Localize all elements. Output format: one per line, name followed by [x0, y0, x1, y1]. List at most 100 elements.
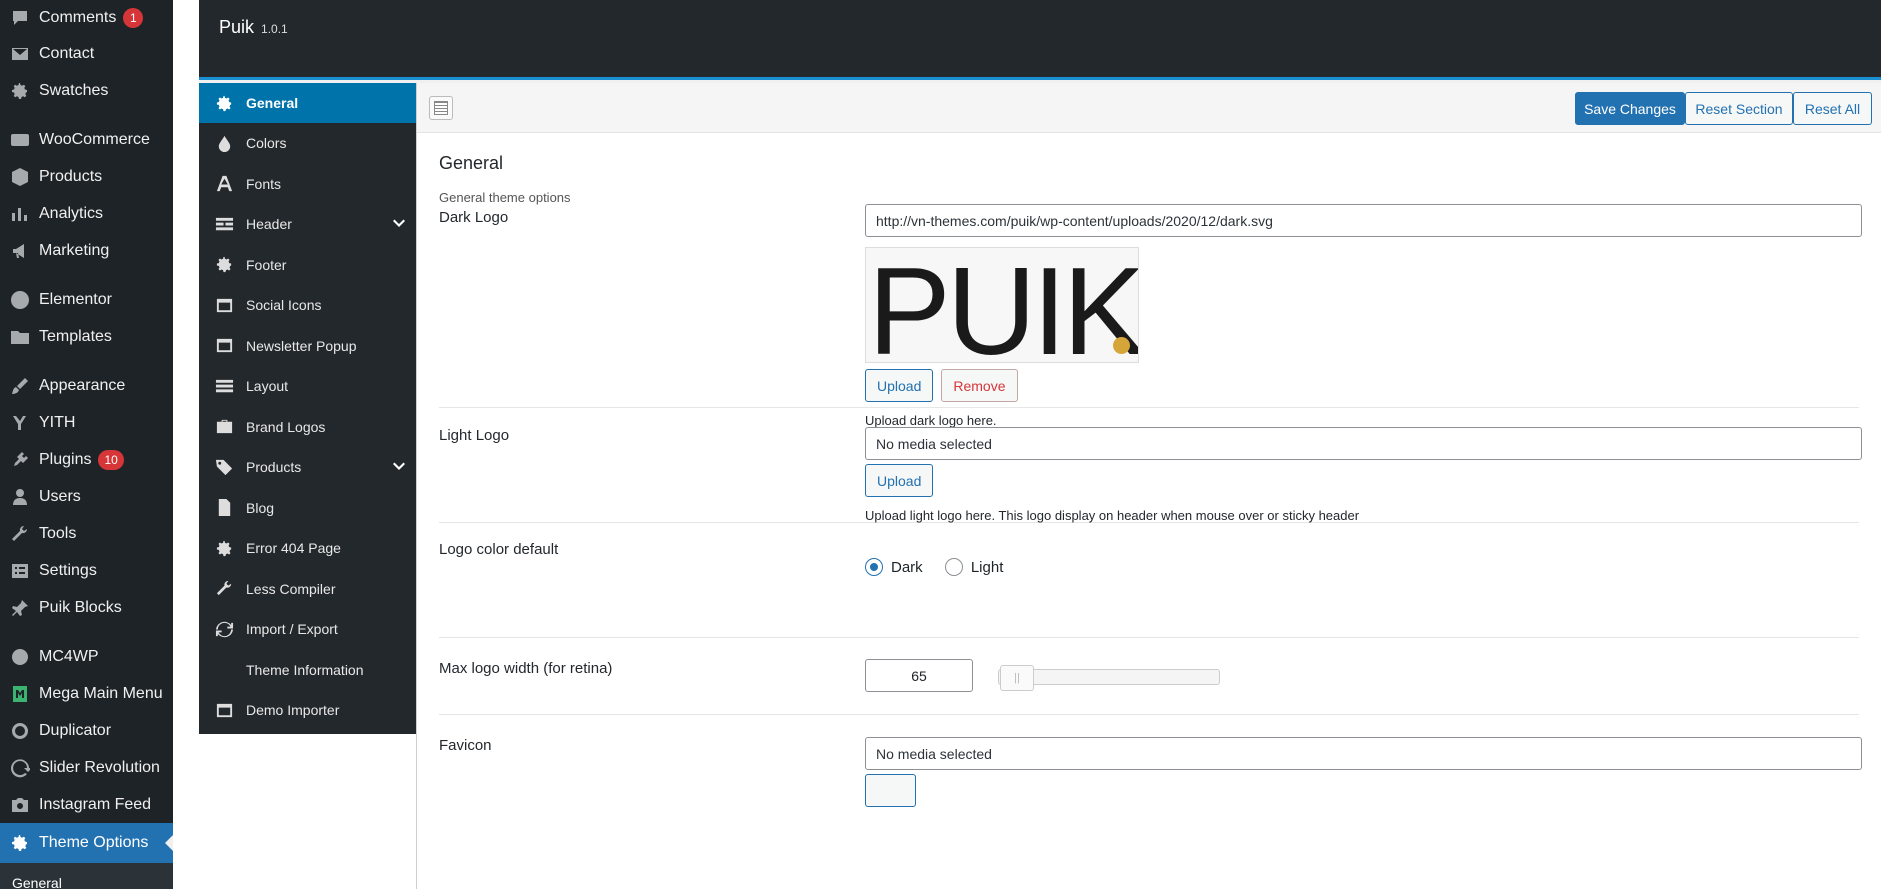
opt-menu-error-404[interactable]: Error 404 Page: [199, 528, 416, 569]
wp-menu-comments[interactable]: Comments 1: [0, 0, 173, 35]
admin-gutter: [173, 0, 199, 889]
window-icon: [213, 699, 235, 721]
wp-menu-swatches[interactable]: Swatches: [0, 72, 173, 109]
radio-unchecked[interactable]: [944, 558, 963, 576]
opt-menu-header[interactable]: Header: [199, 204, 416, 245]
list-icon: [213, 375, 235, 397]
wp-menu-yith[interactable]: YITH: [0, 404, 173, 441]
wp-menu-users[interactable]: Users: [0, 478, 173, 515]
wp-menu-plugins[interactable]: Plugins 10: [0, 441, 173, 478]
slider-handle[interactable]: ||: [1000, 665, 1034, 691]
options-header: Puik 1.0.1: [199, 0, 1881, 80]
opt-menu-demo-importer[interactable]: Demo Importer: [199, 690, 416, 731]
logo-color-label: Logo color default: [439, 541, 559, 558]
light-logo-field: No media selected Upload Upload light lo…: [865, 427, 1862, 523]
wp-menu-instagram-feed[interactable]: Instagram Feed: [0, 786, 173, 823]
wp-menu-products[interactable]: Products: [0, 158, 173, 195]
wp-menu-slider-revolution[interactable]: Slider Revolution: [0, 749, 173, 786]
plug-icon: [9, 449, 31, 471]
wp-menu-woocommerce[interactable]: WooCommerce: [0, 121, 173, 158]
logo-dot: [1113, 337, 1130, 354]
logo-color-row: Logo color default Dark Light: [439, 523, 1859, 638]
window-icon: [213, 335, 235, 357]
wp-menu-puik-blocks[interactable]: Puik Blocks: [0, 589, 173, 626]
wp-submenu-general[interactable]: General: [0, 863, 173, 889]
wp-menu-mega-main-menu[interactable]: Mega Main Menu: [0, 675, 173, 712]
gear-icon: [213, 537, 235, 559]
light-logo-upload-button[interactable]: Upload: [865, 464, 934, 497]
logo-color-light-radio[interactable]: Light: [944, 558, 1003, 576]
wp-menu-mc4wp[interactable]: MC4WP: [0, 638, 173, 675]
gear-icon: [9, 80, 31, 102]
wp-menu-duplicator[interactable]: Duplicator: [0, 712, 173, 749]
wp-menu-elementor[interactable]: Elementor: [0, 281, 173, 318]
max-logo-width-slider[interactable]: ||: [998, 665, 1220, 691]
refresh-icon: [9, 757, 31, 779]
logo-color-field: Dark Light: [865, 558, 1021, 580]
opt-menu-newsletter-popup[interactable]: Newsletter Popup: [199, 326, 416, 367]
max-logo-width-row: Max logo width (for retina) 65 ||: [439, 638, 1859, 715]
mc4wp-icon: [9, 646, 31, 668]
save-changes-button[interactable]: Save Changes: [1575, 92, 1685, 125]
wp-menu-marketing[interactable]: Marketing: [0, 232, 173, 269]
options-title: Puik 1.0.1: [219, 17, 288, 37]
light-logo-url-input[interactable]: No media selected: [865, 427, 1862, 460]
drop-icon: [213, 132, 235, 154]
comment-icon: [9, 7, 31, 29]
opt-menu-import-export[interactable]: Import / Export: [199, 609, 416, 650]
logo-preview-text: PUIK: [868, 247, 1139, 363]
duplicator-icon: [9, 720, 31, 742]
wp-menu-analytics[interactable]: Analytics: [0, 195, 173, 232]
expand-options-icon[interactable]: [429, 96, 453, 120]
radio-checked[interactable]: [865, 558, 883, 576]
wp-menu-templates[interactable]: Templates: [0, 318, 173, 355]
dark-logo-row: Dark Logo http://vn-themes.com/puik/wp-c…: [439, 200, 1862, 428]
max-logo-width-input[interactable]: 65: [865, 659, 973, 692]
opt-menu-fonts[interactable]: Fonts: [199, 164, 416, 205]
reset-section-button[interactable]: Reset Section: [1685, 92, 1793, 125]
dark-logo-field: http://vn-themes.com/puik/wp-content/upl…: [865, 204, 1862, 428]
favicon-label: Favicon: [439, 737, 492, 754]
megaphone-icon: [9, 240, 31, 262]
options-menu: General Colors Fonts Header Footer Socia…: [199, 83, 416, 734]
max-logo-width-label: Max logo width (for retina): [439, 660, 613, 677]
opt-menu-layout[interactable]: Layout: [199, 366, 416, 407]
opt-menu-colors[interactable]: Colors: [199, 123, 416, 164]
wrench-icon: [9, 523, 31, 545]
favicon-upload-button[interactable]: [865, 774, 917, 807]
opt-menu-blog[interactable]: Blog: [199, 488, 416, 529]
options-toolbar: Save Changes Reset Section Reset All: [417, 83, 1881, 133]
dark-logo-upload-button[interactable]: Upload: [865, 369, 934, 402]
wp-menu-theme-options[interactable]: Theme Options: [0, 823, 173, 863]
header-icon: [213, 213, 235, 235]
document-icon: [213, 497, 235, 519]
section-title: General: [439, 153, 504, 173]
logo-color-dark-radio[interactable]: Dark: [865, 558, 923, 576]
opt-menu-products[interactable]: Products: [199, 447, 416, 488]
max-logo-width-field: 65 ||: [865, 659, 1265, 695]
opt-menu-footer[interactable]: Footer: [199, 245, 416, 286]
opt-menu-general[interactable]: General: [199, 83, 416, 123]
opt-menu-theme-information[interactable]: Theme Information: [199, 650, 416, 691]
options-content: Save Changes Reset Section Reset All Gen…: [416, 83, 1881, 889]
chevron-down-icon[interactable]: [392, 460, 405, 472]
favicon-row: Favicon No media selected: [439, 715, 1862, 889]
chevron-down-icon[interactable]: [392, 217, 405, 229]
opt-menu-less-compiler[interactable]: Less Compiler: [199, 569, 416, 610]
wp-menu-appearance[interactable]: Appearance: [0, 367, 173, 404]
reset-all-button[interactable]: Reset All: [1793, 92, 1872, 125]
wp-menu-settings[interactable]: Settings: [0, 552, 173, 589]
opt-menu-brand-logos[interactable]: Brand Logos: [199, 407, 416, 448]
wp-menu-tools[interactable]: Tools: [0, 515, 173, 552]
plugins-update-badge: 10: [98, 449, 124, 470]
tags-icon: [213, 456, 235, 478]
comments-count-badge: 1: [123, 7, 144, 28]
general-section: General General theme options: [417, 153, 1881, 205]
box-icon: [9, 166, 31, 188]
dark-logo-url-input[interactable]: http://vn-themes.com/puik/wp-content/upl…: [865, 204, 1862, 237]
dark-logo-remove-button[interactable]: Remove: [941, 369, 1018, 402]
opt-menu-social-icons[interactable]: Social Icons: [199, 285, 416, 326]
wp-menu-contact[interactable]: Contact: [0, 35, 173, 72]
favicon-url-input[interactable]: No media selected: [865, 737, 1862, 770]
camera-icon: [9, 794, 31, 816]
